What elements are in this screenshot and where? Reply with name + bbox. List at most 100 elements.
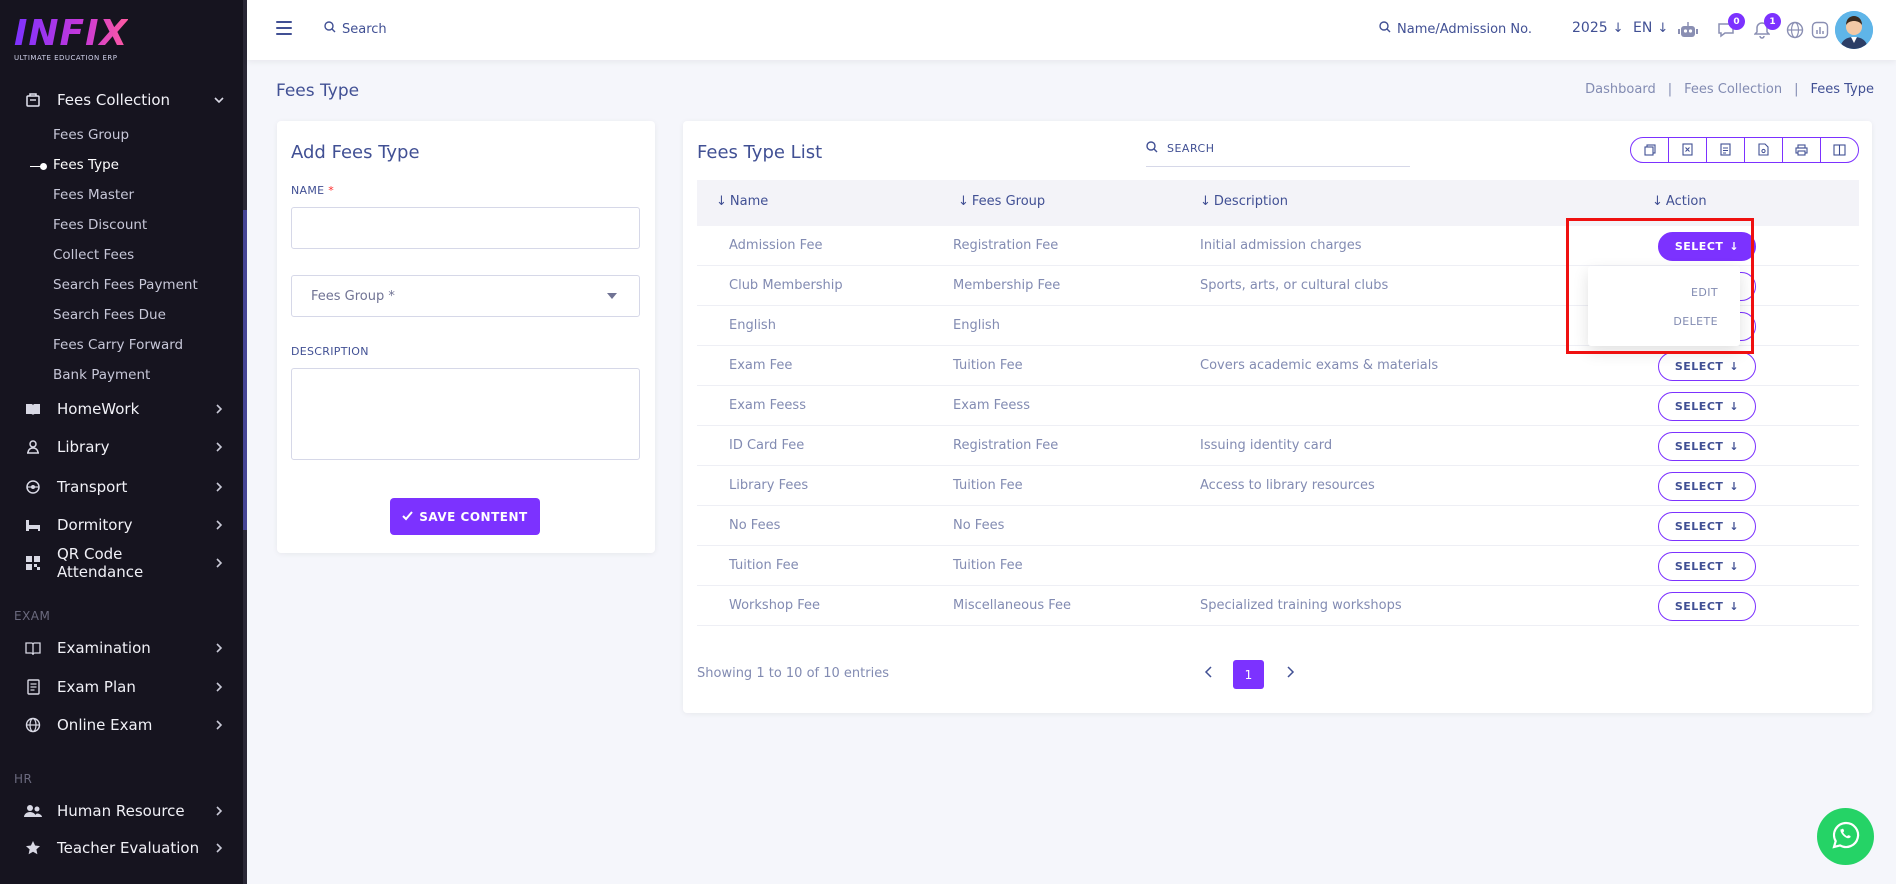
required-marker: * (328, 184, 335, 197)
check-icon (402, 510, 414, 524)
add-fees-type-card: Add Fees Type NAME * Fees Group * DESCRI… (277, 121, 655, 553)
breadcrumb-separator: | (1667, 82, 1673, 97)
sidebar-item-teacher-evaluation[interactable]: Teacher Evaluation (0, 834, 247, 862)
app-logo[interactable]: INFIX ULTIMATE EDUCATION ERP (14, 16, 128, 63)
chevron-left-icon[interactable] (1204, 666, 1214, 682)
sidebar-item-label: Library (57, 438, 110, 456)
sidebar-item-homework[interactable]: HomeWork (0, 395, 247, 423)
cell-fees-group: Exam Feess (953, 398, 1030, 413)
sidebar-item-label: QR Code Attendance (57, 545, 144, 581)
select-action-button[interactable]: SELECT ↓ (1658, 512, 1756, 541)
cell-fees-group: Registration Fee (953, 438, 1059, 453)
breadcrumb-dashboard[interactable]: Dashboard (1585, 82, 1656, 97)
column-header-fees-group[interactable]: ↓ Fees Group (958, 194, 1045, 209)
sidebar-item-online-exam[interactable]: Online Exam (0, 711, 247, 739)
print-button[interactable] (1783, 138, 1821, 162)
cell-name: Exam Fee (729, 358, 793, 373)
select-label: SELECT (1674, 480, 1724, 493)
name-admission-search[interactable]: Name/Admission No. (1379, 21, 1532, 37)
pagination-page-1[interactable]: 1 (1233, 660, 1264, 689)
sidebar-subitem-fees-discount[interactable]: Fees Discount (53, 215, 147, 235)
chevron-down-icon (213, 95, 225, 105)
sidebar-subitem-fees-group[interactable]: Fees Group (53, 125, 129, 145)
library-icon (24, 438, 42, 456)
table-row: Exam Feess Exam Feess SELECT ↓ (697, 386, 1859, 426)
language-select[interactable]: EN ↓ (1633, 20, 1668, 36)
column-header-name[interactable]: ↓ Name (716, 194, 768, 209)
column-header-label: Description (1213, 194, 1288, 209)
columns-button[interactable] (1821, 138, 1858, 162)
excel-button[interactable] (1669, 138, 1707, 162)
breadcrumb-fees-collection[interactable]: Fees Collection (1684, 82, 1782, 97)
select-action-button[interactable]: SELECT ↓ (1658, 552, 1756, 581)
arrow-down-icon: ↓ (1729, 520, 1740, 533)
cell-name: Library Fees (729, 478, 809, 493)
fees-group-select[interactable]: Fees Group * (291, 275, 640, 317)
copy-button[interactable] (1631, 138, 1669, 162)
sidebar-subitem-fees-master[interactable]: Fees Master (53, 185, 134, 205)
list-search-input[interactable]: SEARCH (1146, 130, 1410, 167)
message-icon[interactable]: 0 (1716, 13, 1745, 40)
select-action-button[interactable]: SELECT ↓ (1658, 392, 1756, 421)
whatsapp-icon (1831, 820, 1861, 854)
cell-fees-group: Membership Fee (953, 278, 1061, 293)
logo-tagline: ULTIMATE EDUCATION ERP (14, 54, 118, 62)
menu-toggle-icon[interactable] (276, 21, 292, 35)
pdf-button[interactable] (1745, 138, 1783, 162)
annotation-highlight-box (1566, 218, 1754, 354)
cell-fees-group: English (953, 318, 1000, 333)
sidebar-item-fees-collection[interactable]: Fees Collection (0, 86, 247, 114)
report-icon[interactable] (1810, 20, 1830, 40)
select-action-button[interactable]: SELECT ↓ (1658, 472, 1756, 501)
sidebar: INFIX ULTIMATE EDUCATION ERP Fees Collec… (0, 0, 247, 884)
sidebar-item-dormitory[interactable]: Dormitory (0, 511, 247, 539)
chevron-right-icon (213, 682, 225, 692)
sidebar-subitem-collect-fees[interactable]: Collect Fees (53, 245, 134, 265)
cell-name: Club Membership (729, 278, 843, 293)
notifications-badge: 1 (1764, 13, 1781, 30)
user-avatar[interactable] (1835, 11, 1873, 49)
export-button-group (1630, 137, 1859, 163)
name-input[interactable] (291, 207, 640, 249)
top-search[interactable]: Search (324, 21, 387, 37)
select-action-button[interactable]: SELECT ↓ (1658, 592, 1756, 621)
sidebar-item-qr-code-attendance[interactable]: QR Code Attendance (0, 545, 247, 581)
list-title: Fees Type List (697, 142, 823, 163)
year-select[interactable]: 2025 ↓ (1572, 20, 1624, 36)
sidebar-subitem-fees-type[interactable]: Fees Type (53, 155, 119, 175)
column-header-label: Name (729, 194, 769, 209)
select-label: SELECT (1674, 600, 1724, 613)
whatsapp-chat-button[interactable] (1817, 808, 1874, 865)
column-header-action[interactable]: ↓ Action (1652, 194, 1707, 209)
globe-icon (24, 716, 42, 734)
robot-icon[interactable] (1678, 20, 1698, 40)
sidebar-item-exam-plan[interactable]: Exam Plan (0, 673, 247, 701)
bell-icon[interactable]: 1 (1752, 13, 1781, 40)
select-action-button[interactable]: SELECT ↓ (1658, 352, 1756, 381)
sidebar-item-examination[interactable]: Examination (0, 634, 247, 662)
sidebar-subitem-search-fees-payment[interactable]: Search Fees Payment (53, 275, 198, 295)
chevron-right-icon[interactable] (1285, 666, 1295, 682)
sidebar-subitem-fees-carry-forward[interactable]: Fees Carry Forward (53, 335, 183, 355)
name-label: NAME * (291, 184, 334, 197)
column-header-label: Fees Group (971, 194, 1046, 209)
cell-fees-group: Tuition Fee (953, 558, 1023, 573)
description-textarea[interactable] (291, 368, 640, 460)
sidebar-item-transport[interactable]: Transport (0, 473, 247, 501)
select-action-button[interactable]: SELECT ↓ (1658, 432, 1756, 461)
csv-button[interactable] (1707, 138, 1745, 162)
name-label-text: NAME (291, 184, 325, 197)
bus-icon (24, 478, 42, 496)
globe-icon[interactable] (1785, 20, 1805, 40)
save-content-button[interactable]: SAVE CONTENT (390, 498, 540, 535)
sidebar-subitem-search-fees-due[interactable]: Search Fees Due (53, 305, 166, 325)
qr-code-icon (24, 554, 42, 572)
csv-icon (1720, 141, 1731, 160)
cell-name: Tuition Fee (729, 558, 799, 573)
caret-down-icon (607, 293, 617, 299)
sidebar-item-human-resource[interactable]: Human Resource (0, 797, 247, 825)
sidebar-item-library[interactable]: Library (0, 433, 247, 461)
sidebar-subitem-bank-payment[interactable]: Bank Payment (53, 365, 150, 385)
sidebar-item-label: Fees Collection (57, 91, 171, 109)
column-header-description[interactable]: ↓ Description (1200, 194, 1288, 209)
